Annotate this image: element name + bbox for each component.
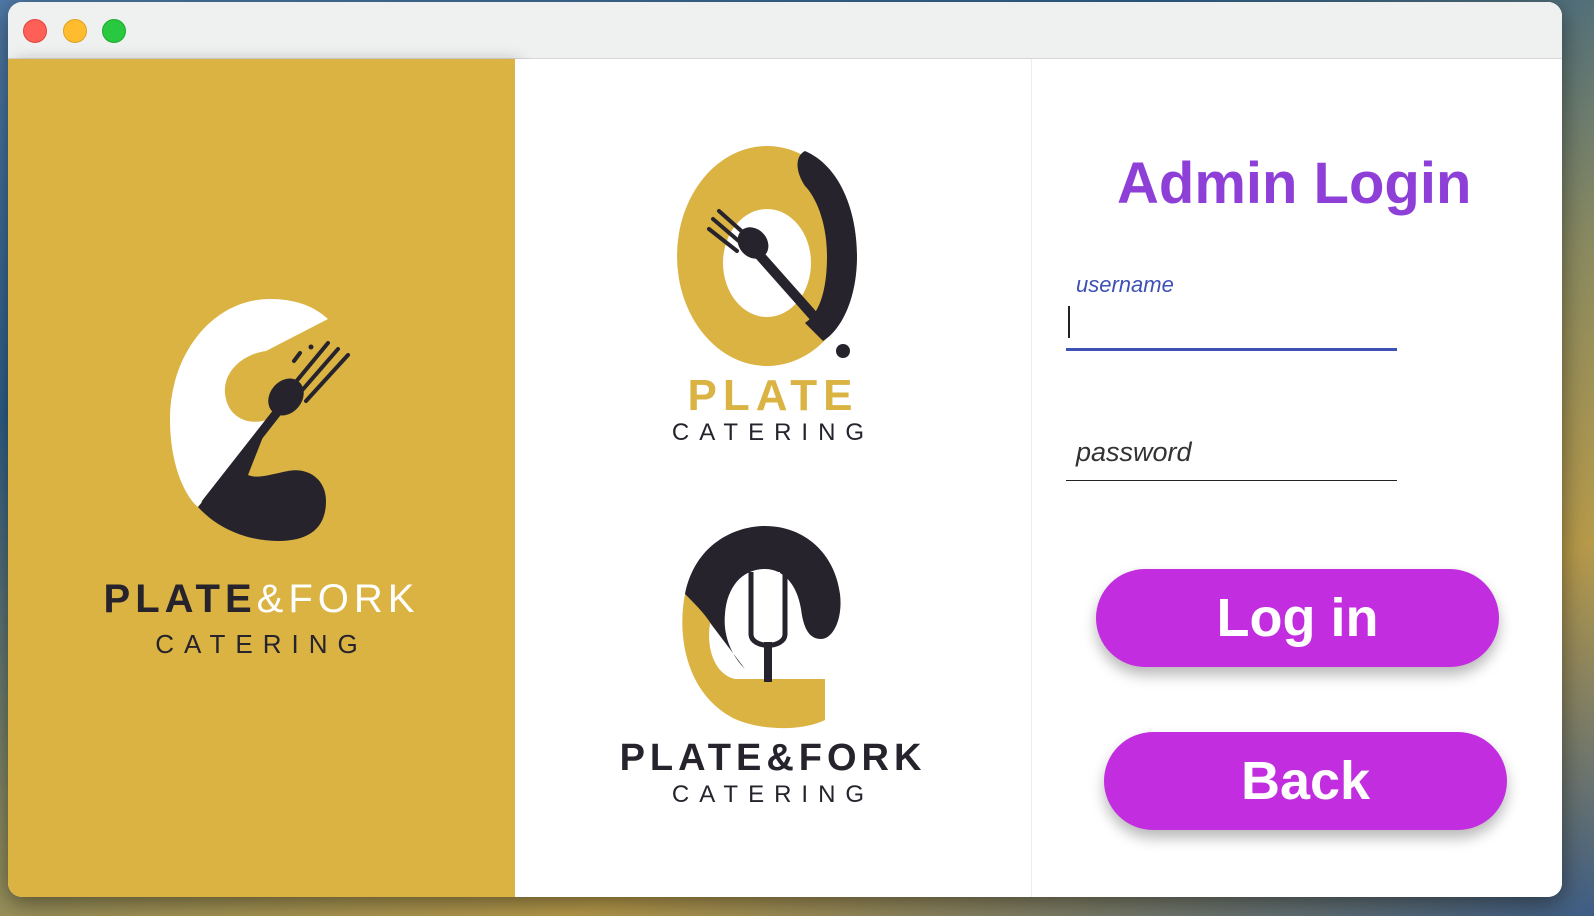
plate-fork-wordmark: PLATE&FORK	[619, 737, 927, 779]
minimize-window-button[interactable]	[63, 19, 87, 43]
logo-gallery-panel: PLATE CATERING PLATE&FORK CATERING	[515, 59, 1033, 897]
plate-fork-logo-icon	[170, 299, 350, 541]
maximize-window-button[interactable]	[102, 19, 126, 43]
password-underline	[1066, 480, 1397, 481]
plate-fork-logo-alt-icon	[682, 526, 841, 729]
login-button[interactable]: Log in	[1096, 569, 1499, 667]
brand-panel: PLATE&FORK CATERING	[8, 59, 515, 897]
plate-wordmark: PLATE	[687, 371, 859, 420]
title-bar	[8, 2, 1562, 59]
username-input[interactable]	[1066, 304, 1397, 340]
brand-name-light: &FORK	[256, 577, 420, 621]
username-label: username	[1076, 272, 1174, 297]
back-button[interactable]: Back	[1104, 732, 1507, 830]
plate-fork-tagline: CATERING	[671, 781, 875, 808]
username-underline	[1066, 348, 1397, 351]
left-wordmark: PLATE&FORK	[8, 577, 515, 622]
text-caret	[1068, 306, 1070, 338]
left-tagline: CATERING	[155, 629, 368, 659]
plate-tagline: CATERING	[671, 419, 875, 446]
brand-name-bold: PLATE	[103, 577, 257, 621]
page-title: Admin Login	[1117, 151, 1472, 216]
plate-logo-icon	[677, 146, 857, 366]
password-input[interactable]	[1066, 440, 1397, 476]
close-window-button[interactable]	[23, 19, 47, 43]
